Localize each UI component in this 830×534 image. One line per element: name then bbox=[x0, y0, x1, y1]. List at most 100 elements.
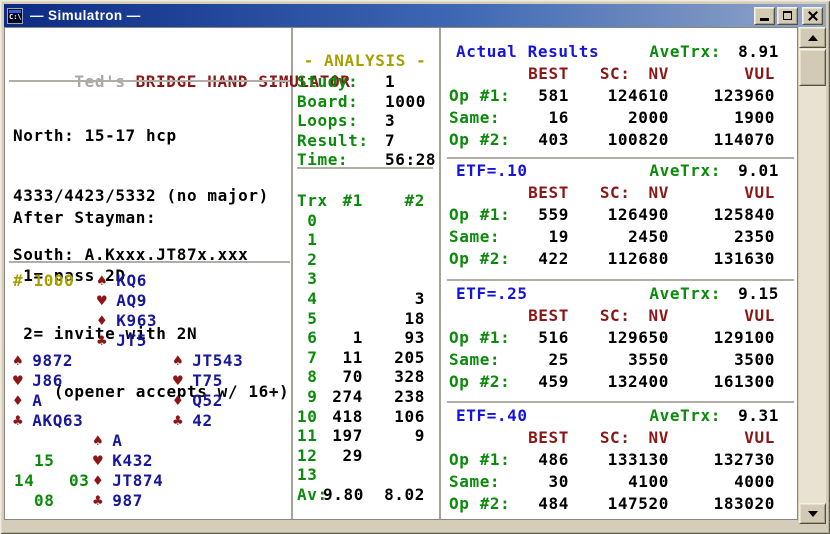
results-section-etf10: ETF=.10AveTrx:9.01 BESTSC:NVVUL Op #1:55… bbox=[449, 160, 779, 270]
table-row: Op #2:422112680131630 bbox=[449, 248, 779, 270]
constraint-north: North: 15-17 hcp bbox=[13, 125, 269, 147]
table-row: 711205 bbox=[297, 348, 433, 368]
table-row: 2 bbox=[297, 250, 433, 270]
table-row: 6193 bbox=[297, 328, 433, 348]
west-diamonds-hand: ♦A bbox=[13, 391, 42, 411]
table-row: 43 bbox=[297, 289, 433, 309]
column-header-row: BESTSC:NVVUL bbox=[449, 305, 779, 327]
east-diamonds: Q52 bbox=[192, 391, 223, 410]
table-row: 111979 bbox=[297, 426, 433, 446]
east-diamonds-hand: ♦Q52 bbox=[173, 391, 223, 411]
hcp-west: 14 bbox=[14, 471, 34, 491]
scroll-down-button[interactable] bbox=[799, 503, 826, 524]
north-diamonds: K963 bbox=[116, 311, 157, 330]
scrollbar-thumb[interactable] bbox=[799, 49, 826, 86]
table-row: 1229 bbox=[297, 446, 433, 466]
diamond-icon: ♦ bbox=[97, 311, 107, 330]
analysis-title: - ANALYSIS - bbox=[297, 50, 433, 72]
table-row: Op #2:484147520183020 bbox=[449, 493, 779, 515]
table-row: 3 bbox=[297, 269, 433, 289]
minimize-button[interactable] bbox=[754, 7, 775, 25]
club-icon: ♣ bbox=[173, 411, 183, 430]
east-spades: JT543 bbox=[192, 351, 243, 370]
club-icon: ♣ bbox=[13, 411, 23, 430]
trx-average-row: Av:9.808.02 bbox=[297, 485, 433, 505]
spade-icon: ♠ bbox=[173, 351, 183, 370]
west-clubs: AKQ63 bbox=[32, 411, 83, 430]
south-clubs-hand: ♣987 bbox=[93, 491, 143, 511]
east-clubs: 42 bbox=[192, 411, 212, 430]
hcp-south: 08 bbox=[34, 491, 54, 511]
avetrx-value: 8.91 bbox=[721, 41, 779, 63]
section-header: ETF=.40AveTrx:9.31 bbox=[449, 405, 779, 427]
board-number: # 1000 bbox=[13, 271, 74, 291]
hcp-east: 03 bbox=[69, 471, 89, 491]
avetrx-label: AveTrx: bbox=[649, 160, 721, 182]
left-divider-2 bbox=[9, 261, 290, 263]
auction-note: After Stayman: bbox=[13, 208, 289, 228]
avetrx-label: AveTrx: bbox=[649, 41, 721, 63]
minimize-icon bbox=[760, 18, 769, 21]
left-divider-1 bbox=[9, 80, 290, 82]
north-clubs: JT5 bbox=[116, 331, 147, 350]
section-header: Actual Results AveTrx:8.91 bbox=[449, 41, 779, 63]
table-row: Same:1924502350 bbox=[449, 226, 779, 248]
results-section-actual: Actual ResultsAveTrx:8.91 BESTSC:NVVUL O… bbox=[449, 41, 779, 151]
section-title: ETF=.10 bbox=[456, 160, 528, 182]
table-row: Same:3041004000 bbox=[449, 471, 779, 493]
results-divider-2 bbox=[447, 279, 794, 281]
table-row: 518 bbox=[297, 309, 433, 329]
table-row: Op #1:486133130132730 bbox=[449, 449, 779, 471]
diamond-icon: ♦ bbox=[93, 471, 103, 490]
west-diamonds: A bbox=[32, 391, 42, 410]
scroll-up-button[interactable] bbox=[799, 27, 826, 48]
south-spades-hand: ♠A bbox=[93, 431, 122, 451]
west-spades: 9872 bbox=[32, 351, 73, 370]
north-spades: KQ6 bbox=[116, 271, 147, 290]
east-hearts-hand: ♥T75 bbox=[173, 371, 223, 391]
column-header-row: BESTSC:NVVUL bbox=[449, 182, 779, 204]
simulatron-window: C:\ — Simulatron — Ted'sBRIDGE HAND SIMU… bbox=[0, 0, 830, 534]
window-title: — Simulatron — bbox=[30, 8, 141, 23]
club-icon: ♣ bbox=[97, 331, 107, 350]
table-row: Op #2:403100820114070 bbox=[449, 129, 779, 151]
vertical-scrollbar[interactable] bbox=[799, 27, 826, 524]
maximize-button[interactable] bbox=[777, 7, 798, 25]
results-section-etf40: ETF=.40AveTrx:9.31 BESTSC:NVVUL Op #1:48… bbox=[449, 405, 779, 515]
heart-icon: ♥ bbox=[13, 371, 23, 390]
heart-icon: ♥ bbox=[97, 291, 107, 310]
title-bar[interactable]: C:\ — Simulatron — bbox=[4, 4, 826, 27]
avetrx-value: 9.15 bbox=[721, 283, 779, 305]
analysis-fields: Study:1 Board:1000 Loops:3 Result:7 Time… bbox=[297, 72, 437, 170]
results-divider-1 bbox=[447, 157, 794, 159]
window-controls bbox=[752, 7, 823, 25]
field-loops: Loops:3 bbox=[297, 111, 437, 131]
avetrx-value: 9.31 bbox=[721, 405, 779, 427]
section-title: Actual Results bbox=[456, 41, 599, 63]
arrow-down-icon bbox=[808, 511, 818, 517]
table-row: 13 bbox=[297, 465, 433, 485]
hcp-north: 15 bbox=[34, 451, 54, 471]
arrow-up-icon bbox=[808, 35, 818, 41]
east-clubs-hand: ♣ 42 bbox=[173, 411, 213, 431]
west-spades-hand: ♠9872 bbox=[13, 351, 73, 371]
deal-diagram: # 1000 ♠KQ6 ♥AQ9 ♦K963 ♣JT5 ♠9872 ♠JT543… bbox=[9, 271, 290, 521]
diamond-icon: ♦ bbox=[13, 391, 23, 410]
maximize-icon bbox=[783, 11, 792, 20]
field-result: Result:7 bbox=[297, 131, 437, 151]
table-row: 10418106 bbox=[297, 407, 433, 427]
north-diamonds-hand: ♦ K963 bbox=[97, 311, 157, 331]
south-clubs: 987 bbox=[112, 491, 143, 510]
close-button[interactable] bbox=[802, 7, 823, 25]
section-header: ETF=.10AveTrx:9.01 bbox=[449, 160, 779, 182]
east-spades-hand: ♠ JT543 bbox=[173, 351, 243, 371]
section-header: ETF=.25 AveTrx:9.15 bbox=[449, 283, 779, 305]
table-row: Op #1:559126490125840 bbox=[449, 204, 779, 226]
section-title: ETF=.25 bbox=[456, 283, 528, 305]
table-row: 0 bbox=[297, 211, 433, 231]
panel-separator-right bbox=[439, 28, 441, 519]
west-hearts: J86 bbox=[32, 371, 63, 390]
avetrx-label: AveTrx: bbox=[649, 283, 721, 305]
east-hearts: T75 bbox=[192, 371, 223, 390]
trx-table: Trx#1#2 0 1 2 3 43 518 6193 711205 87032… bbox=[297, 191, 433, 505]
